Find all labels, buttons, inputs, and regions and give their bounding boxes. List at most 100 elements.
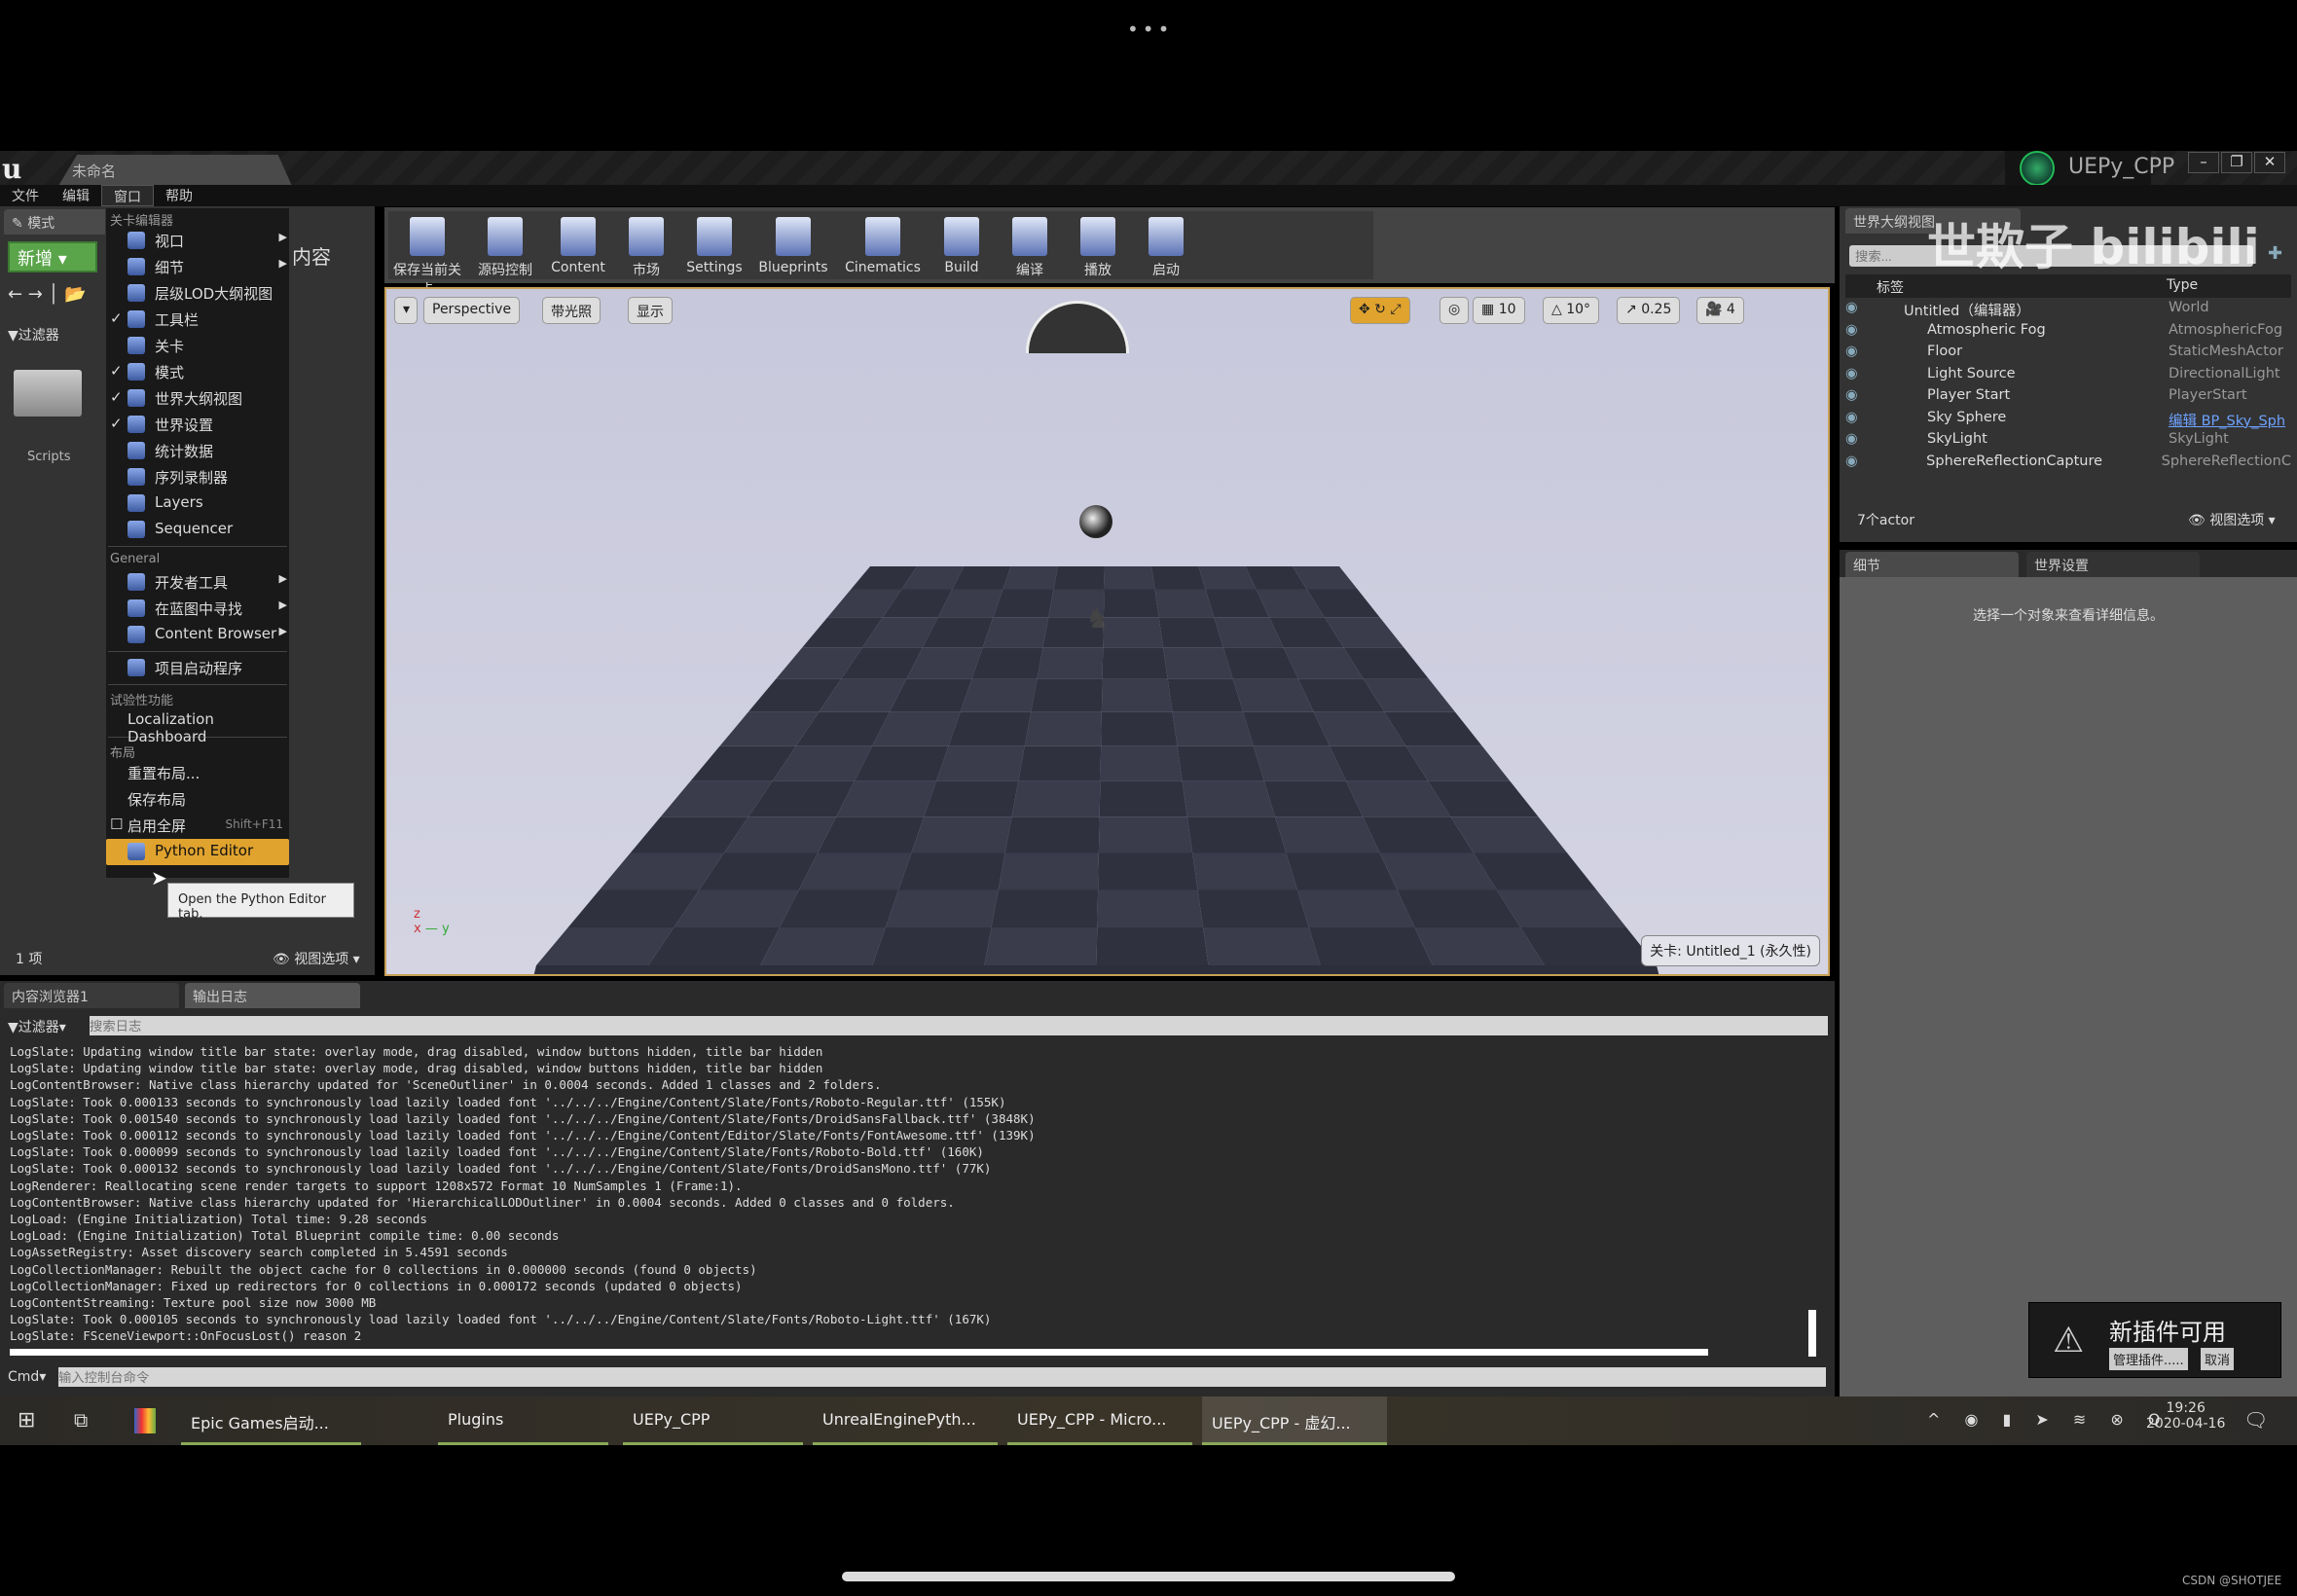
add-new-button[interactable]: 新增 ▾ [8, 241, 97, 272]
toolbar-button[interactable]: Content [544, 211, 612, 279]
scale-snap[interactable]: ↗ 0.25 [1617, 297, 1681, 324]
taskbar-app[interactable]: Plugins [438, 1396, 608, 1445]
actor-type[interactable]: 编辑 BP_Sky_Sph [2169, 410, 2285, 432]
outliner-row[interactable]: ◉ Atmospheric Fog AtmosphericFog [1845, 322, 2291, 345]
visibility-eye-icon[interactable]: ◉ [1845, 410, 1877, 432]
visibility-eye-icon[interactable]: ◉ [1845, 344, 1877, 366]
notifications-icon[interactable]: 🗨 [2243, 1408, 2268, 1432]
grid-snap[interactable]: ▦ 10 [1473, 297, 1525, 324]
checkbox[interactable]: ☐ [110, 816, 123, 833]
menu-file[interactable]: 文件 [0, 185, 51, 206]
clock[interactable]: 19:26 2020-04-16 [2146, 1400, 2225, 1432]
toolbar-button[interactable]: 编译 [996, 211, 1064, 279]
menu-item[interactable]: Python Editor [106, 839, 289, 865]
home-indicator[interactable] [842, 1572, 1455, 1581]
folder-icon[interactable] [14, 370, 82, 417]
menu-item[interactable]: ✓ 模式 [106, 359, 289, 385]
toolbar-button[interactable]: 启动 [1132, 211, 1200, 279]
menu-item[interactable]: ☐ 启用全屏 Shift+F11 [106, 813, 289, 839]
taskbar-app[interactable]: UEPy_CPP [623, 1396, 803, 1445]
toolbar-button[interactable]: 保存当前关卡 [388, 211, 466, 298]
minimize-button[interactable]: – [2188, 152, 2219, 173]
toolbar-button[interactable]: Settings [680, 211, 748, 279]
manage-plugins-button[interactable]: 管理插件..... [2109, 1348, 2188, 1370]
menu-item[interactable]: ✓ 工具栏 [106, 307, 289, 333]
outliner-row[interactable]: ◉ Player Start PlayerStart [1845, 387, 2291, 410]
toolbar-button[interactable]: 源码控制 [466, 211, 544, 279]
close-button[interactable]: ✕ [2254, 152, 2285, 173]
outliner-row[interactable]: ◉ SphereReflectionCapture SphereReflection… [1845, 453, 2291, 476]
menu-item[interactable]: ✓ 世界大纲视图 [106, 385, 289, 412]
visibility-eye-icon[interactable]: ◉ [1845, 387, 1877, 410]
world-local-icon[interactable]: ◎ [1440, 297, 1470, 324]
menu-item[interactable]: Content Browser ▶ [106, 622, 289, 648]
outliner-row[interactable]: ◉ Sky Sphere 编辑 BP_Sky_Sph [1845, 410, 2291, 432]
rotation-snap[interactable]: △ 10° [1543, 297, 1600, 324]
log-search-input[interactable] [90, 1016, 1828, 1035]
menu-item[interactable]: 重置布局... [106, 760, 289, 786]
visibility-eye-icon[interactable]: ◉ [1845, 322, 1877, 345]
bookmark-app-icon[interactable] [134, 1408, 156, 1433]
tab-world-settings[interactable]: 世界设置 [2026, 552, 2200, 577]
menu-item[interactable]: 统计数据 [106, 438, 289, 464]
start-icon[interactable]: ⊞ [18, 1408, 35, 1433]
console-command-input[interactable] [58, 1367, 1826, 1387]
view-options-button[interactable]: 👁 视图选项 ▾ [273, 949, 360, 968]
menu-item[interactable]: 层级LOD大纲视图 [106, 280, 289, 307]
menu-help[interactable]: 帮助 [154, 185, 204, 206]
show-button[interactable]: 显示 [628, 297, 673, 324]
menu-item[interactable]: 保存布局 [106, 786, 289, 813]
outliner-row[interactable]: ◉ Floor StaticMeshActor [1845, 344, 2291, 366]
menu-item[interactable]: Localization Dashboard [106, 707, 289, 745]
outliner-row[interactable]: ◉ Untitled（编辑器） World [1845, 300, 2291, 322]
task-view-icon[interactable]: ⧉ [74, 1408, 88, 1432]
menu-item[interactable]: 项目启动程序 [106, 655, 289, 681]
viewport-menu-button[interactable]: ▾ [394, 297, 418, 324]
cancel-button[interactable]: 取消 [2201, 1348, 2235, 1370]
log-filter-button[interactable]: ▼过滤器▾ [8, 1017, 66, 1036]
perspective-button[interactable]: Perspective [423, 297, 521, 324]
taskbar-app[interactable] [378, 1396, 431, 1445]
transform-tools[interactable]: ✥ ↻ ⤢ [1350, 297, 1410, 324]
document-tab[interactable]: 未命名 [58, 155, 292, 186]
visibility-eye-icon[interactable]: ◉ [1845, 453, 1876, 476]
toolbar-button[interactable]: 播放 [1064, 211, 1132, 279]
menu-item[interactable]: 细节 ▶ [106, 254, 289, 280]
menu-item[interactable]: 在蓝图中寻找 ▶ [106, 596, 289, 622]
filter-button[interactable]: ▼过滤器 [8, 325, 59, 345]
camera-speed[interactable]: 🎥 4 [1696, 297, 1744, 324]
taskbar-app[interactable]: UEPy_CPP - Micro... [1007, 1396, 1192, 1445]
menu-item[interactable]: ✓ 世界设置 [106, 412, 289, 438]
menu-item[interactable]: Layers [106, 490, 289, 517]
tab-details[interactable]: 细节 [1845, 552, 2019, 577]
nav-arrows[interactable]: ← → │ 📂 [8, 284, 87, 305]
toolbar-button[interactable]: Blueprints [748, 211, 838, 279]
visibility-eye-icon[interactable]: ◉ [1845, 431, 1877, 453]
toolbar-button[interactable]: Cinematics [838, 211, 928, 279]
lit-mode-button[interactable]: 带光照 [542, 297, 601, 324]
more-dots-icon[interactable]: ••• [1127, 18, 1173, 41]
maximize-button[interactable]: ❐ [2221, 152, 2252, 173]
menu-item[interactable]: 关卡 [106, 333, 289, 359]
tab-content-browser[interactable]: 内容浏览器1 [4, 983, 179, 1008]
toolbar-button[interactable]: 市场 [612, 211, 680, 279]
toolbar-button[interactable]: Build [928, 211, 996, 279]
menu-item[interactable]: Sequencer [106, 517, 289, 543]
visibility-eye-icon[interactable]: ◉ [1845, 366, 1877, 388]
taskbar-app[interactable]: UEPy_CPP - 虚幻... [1202, 1396, 1387, 1445]
tab-output-log[interactable]: 输出日志 [185, 983, 360, 1008]
menu-item[interactable]: 视口 ▶ [106, 228, 289, 254]
outliner-view-options[interactable]: 👁 视图选项 ▾ [2188, 510, 2276, 529]
taskbar-app[interactable]: Epic Games启动... [181, 1396, 361, 1445]
menu-edit[interactable]: 编辑 [51, 185, 101, 206]
level-viewport[interactable]: ♞ ▾ Perspective 带光照 显示 ✥ ↻ ⤢ ◎ ▦ 10 △ 10… [384, 287, 1830, 976]
outliner-row[interactable]: ◉ SkyLight SkyLight [1845, 431, 2291, 453]
taskbar-app[interactable]: UnrealEnginePyth... [813, 1396, 998, 1445]
menu-item[interactable]: 开发者工具 ▶ [106, 569, 289, 596]
cmd-dropdown[interactable]: Cmd▾ [8, 1369, 46, 1385]
menu-item[interactable]: 序列录制器 [106, 464, 289, 490]
log-horizontal-scrollbar[interactable] [10, 1349, 1708, 1356]
visibility-eye-icon[interactable]: ◉ [1845, 300, 1877, 322]
add-filter-icon[interactable]: ✚ [2268, 243, 2282, 264]
tray-icons[interactable]: ^ ◉ ▮ ➤ ≋ ⊗ Q [1927, 1410, 2170, 1429]
